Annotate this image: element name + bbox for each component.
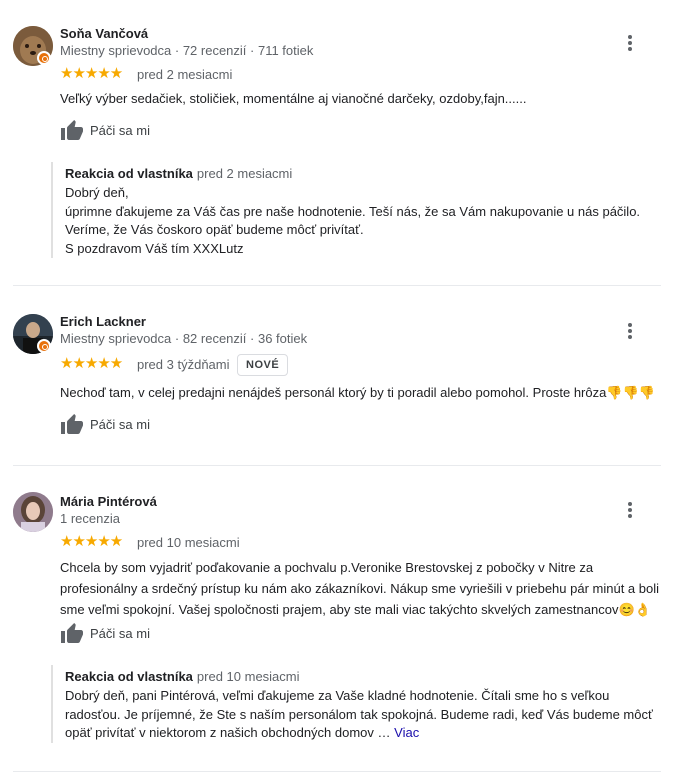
owner-reply: Reakcia od vlastníka pred 2 mesiacmi Dobr… xyxy=(51,162,665,258)
owner-reply-line: S pozdravom Váš tím XXXLutz xyxy=(65,240,244,256)
reviewer-name[interactable]: Mária Pintérová xyxy=(60,494,157,509)
review-text: Veľký výber sedačiek, stoličiek, momentá… xyxy=(60,91,527,106)
review-text: Nechoď tam, v celej predajni nenájdeš pe… xyxy=(60,383,670,402)
divider xyxy=(13,285,661,286)
review-card: Erich Lackner Miestny sprievodca · 82 re… xyxy=(0,290,674,465)
avatar[interactable] xyxy=(13,492,53,532)
reviewer-meta[interactable]: Miestny sprievodca · 82 recenzií · 36 fo… xyxy=(60,331,307,346)
like-label: Páči sa mi xyxy=(90,417,150,432)
review-text-body: Chcela by som vyjadriť poďakovanie a poc… xyxy=(60,560,660,617)
owner-reply-line: úprimne ďakujeme za Váš čas pre naše hod… xyxy=(65,203,641,219)
owner-reply-text: Dobrý deň, pani Pintérová, veľmi ďakujem… xyxy=(65,688,653,740)
reviewer-meta[interactable]: Miestny sprievodca · 72 recenzií · 711 f… xyxy=(60,43,313,58)
thumbs-up-icon xyxy=(61,623,83,643)
divider xyxy=(13,771,661,772)
like-label: Páči sa mi xyxy=(90,626,150,641)
review-text: Chcela by som vyjadriť poďakovanie a poc… xyxy=(60,557,665,620)
review-date: pred 2 mesiacmi xyxy=(137,67,233,82)
thumbs-down-emoji: 👎👎👎 xyxy=(606,385,655,400)
owner-reply-date: pred 2 mesiacmi xyxy=(196,166,293,181)
owner-reply-title: Reakcia od vlastníka xyxy=(65,669,193,684)
reviewer-name[interactable]: Erich Lackner xyxy=(60,314,146,329)
review-date: pred 10 mesiacmi xyxy=(137,535,240,550)
review-text-body: Nechoď tam, v celej predajni nenájdeš pe… xyxy=(60,385,607,400)
reviewer-meta[interactable]: 1 recenzia xyxy=(60,511,120,526)
owner-reply: Reakcia od vlastníka pred 10 mesiacmi Dob… xyxy=(51,665,665,743)
read-more-link[interactable]: Viac xyxy=(394,725,419,740)
owner-reply-line: Dobrý deň, xyxy=(65,185,129,200)
thumbs-up-icon xyxy=(61,120,83,140)
owner-reply-date: pred 10 mesiacmi xyxy=(196,669,300,684)
star-rating: ★★★★★ xyxy=(60,355,123,372)
review-date: pred 3 týždňami xyxy=(137,357,230,372)
more-options-button[interactable] xyxy=(620,320,640,340)
like-label: Páči sa mi xyxy=(90,123,150,138)
thumbs-up-icon xyxy=(61,414,83,434)
more-options-button[interactable] xyxy=(620,499,640,519)
local-guide-badge-icon xyxy=(37,339,51,353)
review-card: Soňa Vančová Miestny sprievodca · 72 rec… xyxy=(0,0,674,285)
divider xyxy=(13,465,661,466)
star-rating: ★★★★★ xyxy=(60,65,123,82)
review-card: Mária Pintérová 1 recenzia ★★★★★ pred 10… xyxy=(0,470,674,770)
star-rating: ★★★★★ xyxy=(60,533,123,550)
smile-ok-emoji: 😊👌 xyxy=(618,602,651,617)
more-options-button[interactable] xyxy=(620,32,640,52)
reviewer-name[interactable]: Soňa Vančová xyxy=(60,26,148,41)
local-guide-badge-icon xyxy=(37,51,51,65)
new-badge: NOVÉ xyxy=(237,354,289,376)
owner-reply-title: Reakcia od vlastníka xyxy=(65,166,193,181)
owner-reply-line: Veríme, že Vás čoskoro opäť budeme môcť … xyxy=(65,222,364,237)
